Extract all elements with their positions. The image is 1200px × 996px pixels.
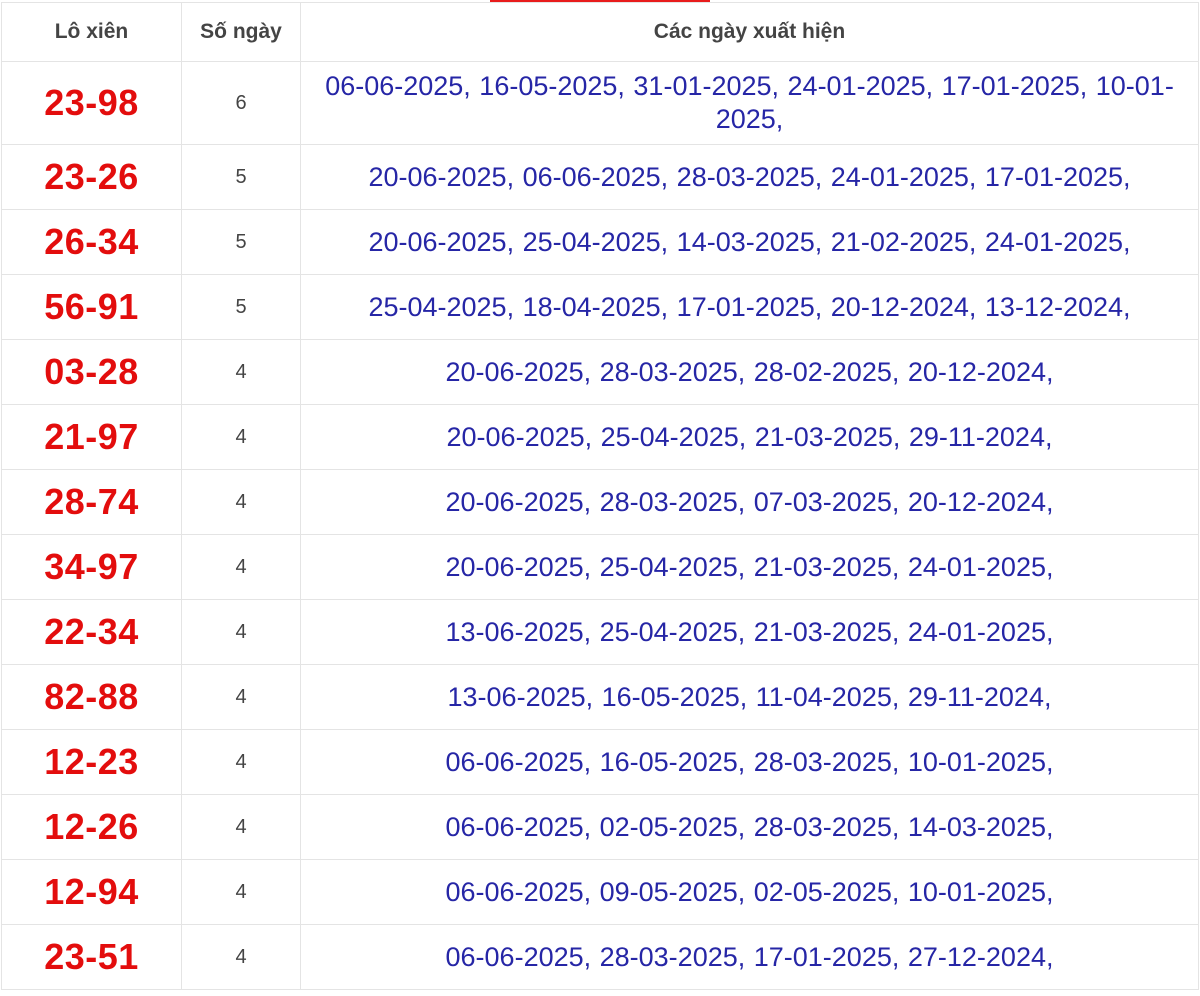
appearance-dates: 06-06-2025, 02-05-2025, 28-03-2025, 14-0…	[300, 794, 1199, 860]
lo-xien-table: Lô xiên Số ngày Các ngày xuất hiện 23-98…	[1, 2, 1199, 990]
day-count: 5	[181, 209, 301, 275]
table-row: 22-34 4 13-06-2025, 25-04-2025, 21-03-20…	[1, 599, 1199, 665]
appearance-dates: 06-06-2025, 16-05-2025, 28-03-2025, 10-0…	[300, 729, 1199, 795]
day-count: 4	[181, 924, 301, 990]
day-count: 4	[181, 599, 301, 665]
header-pair: Lô xiên	[1, 2, 182, 62]
table-row: 12-94 4 06-06-2025, 09-05-2025, 02-05-20…	[1, 859, 1199, 925]
header-count: Số ngày	[181, 2, 301, 62]
day-count: 4	[181, 859, 301, 925]
pair-number: 56-91	[1, 274, 182, 340]
pair-number: 23-26	[1, 144, 182, 210]
day-count: 4	[181, 404, 301, 470]
pair-number: 12-94	[1, 859, 182, 925]
table-row: 12-23 4 06-06-2025, 16-05-2025, 28-03-20…	[1, 729, 1199, 795]
table-row: 34-97 4 20-06-2025, 25-04-2025, 21-03-20…	[1, 534, 1199, 600]
table-row: 23-26 5 20-06-2025, 06-06-2025, 28-03-20…	[1, 144, 1199, 210]
appearance-dates: 20-06-2025, 25-04-2025, 14-03-2025, 21-0…	[300, 209, 1199, 275]
table-row: 03-28 4 20-06-2025, 28-03-2025, 28-02-20…	[1, 339, 1199, 405]
table-row: 56-91 5 25-04-2025, 18-04-2025, 17-01-20…	[1, 274, 1199, 340]
pair-number: 34-97	[1, 534, 182, 600]
appearance-dates: 20-06-2025, 06-06-2025, 28-03-2025, 24-0…	[300, 144, 1199, 210]
table-row: 23-98 6 06-06-2025, 16-05-2025, 31-01-20…	[1, 61, 1199, 145]
pair-number: 21-97	[1, 404, 182, 470]
table-row: 26-34 5 20-06-2025, 25-04-2025, 14-03-20…	[1, 209, 1199, 275]
day-count: 6	[181, 61, 301, 145]
appearance-dates: 20-06-2025, 25-04-2025, 21-03-2025, 24-0…	[300, 534, 1199, 600]
pair-number: 23-51	[1, 924, 182, 990]
appearance-dates: 06-06-2025, 16-05-2025, 31-01-2025, 24-0…	[300, 61, 1199, 145]
appearance-dates: 06-06-2025, 28-03-2025, 17-01-2025, 27-1…	[300, 924, 1199, 990]
day-count: 4	[181, 534, 301, 600]
pair-number: 23-98	[1, 61, 182, 145]
table-row: 28-74 4 20-06-2025, 28-03-2025, 07-03-20…	[1, 469, 1199, 535]
pair-number: 12-23	[1, 729, 182, 795]
day-count: 5	[181, 144, 301, 210]
day-count: 4	[181, 339, 301, 405]
table-row: 12-26 4 06-06-2025, 02-05-2025, 28-03-20…	[1, 794, 1199, 860]
pair-number: 82-88	[1, 664, 182, 730]
table-row: 82-88 4 13-06-2025, 16-05-2025, 11-04-20…	[1, 664, 1199, 730]
pair-number: 03-28	[1, 339, 182, 405]
appearance-dates: 20-06-2025, 28-03-2025, 07-03-2025, 20-1…	[300, 469, 1199, 535]
pair-number: 22-34	[1, 599, 182, 665]
table-row: 21-97 4 20-06-2025, 25-04-2025, 21-03-20…	[1, 404, 1199, 470]
appearance-dates: 20-06-2025, 25-04-2025, 21-03-2025, 29-1…	[300, 404, 1199, 470]
appearance-dates: 06-06-2025, 09-05-2025, 02-05-2025, 10-0…	[300, 859, 1199, 925]
appearance-dates: 20-06-2025, 28-03-2025, 28-02-2025, 20-1…	[300, 339, 1199, 405]
appearance-dates: 13-06-2025, 16-05-2025, 11-04-2025, 29-1…	[300, 664, 1199, 730]
day-count: 4	[181, 794, 301, 860]
pair-number: 12-26	[1, 794, 182, 860]
table-header-row: Lô xiên Số ngày Các ngày xuất hiện	[1, 2, 1199, 62]
table-row: 23-51 4 06-06-2025, 28-03-2025, 17-01-20…	[1, 924, 1199, 990]
pair-number: 26-34	[1, 209, 182, 275]
day-count: 4	[181, 729, 301, 795]
appearance-dates: 13-06-2025, 25-04-2025, 21-03-2025, 24-0…	[300, 599, 1199, 665]
day-count: 5	[181, 274, 301, 340]
day-count: 4	[181, 664, 301, 730]
header-dates: Các ngày xuất hiện	[300, 2, 1199, 62]
day-count: 4	[181, 469, 301, 535]
appearance-dates: 25-04-2025, 18-04-2025, 17-01-2025, 20-1…	[300, 274, 1199, 340]
pair-number: 28-74	[1, 469, 182, 535]
